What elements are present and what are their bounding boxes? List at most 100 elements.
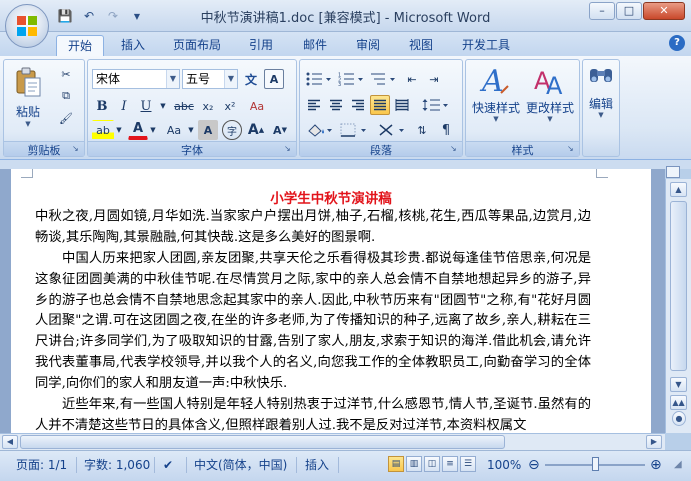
maximize-button[interactable]: □: [616, 2, 642, 20]
tab-review[interactable]: 审阅: [345, 35, 391, 56]
align-left-button[interactable]: [304, 95, 324, 115]
highlight-dropdown-icon[interactable]: ▼: [114, 120, 124, 140]
zoom-in-icon[interactable]: ⊕: [650, 456, 662, 474]
font-color-dropdown-icon[interactable]: ▼: [148, 120, 158, 140]
format-painter-icon[interactable]: 🖌: [56, 108, 76, 128]
resize-grip-icon[interactable]: ◢: [674, 456, 682, 474]
svg-text:A: A: [479, 64, 504, 97]
previous-page-icon[interactable]: ▲▲: [670, 395, 687, 410]
font-size-dropdown-icon[interactable]: ▼: [224, 70, 237, 88]
char-shading-button[interactable]: A: [198, 120, 218, 140]
show-marks-icon[interactable]: ¶: [436, 120, 456, 140]
asian-layout-button[interactable]: [376, 120, 408, 140]
font-group: 宋体 ▼ 五号 ▼ 文 A B I U ▼ abc x₂ x² Aa ab ▼ …: [87, 59, 297, 157]
paste-dropdown-icon[interactable]: ▼: [25, 120, 30, 128]
underline-dropdown-icon[interactable]: ▼: [158, 96, 168, 116]
language-status[interactable]: 中文(简体，中国): [194, 456, 287, 474]
document-page[interactable]: 小学生中秋节演讲稿 中秋之夜,月圆如镜,月华如洗.当家家户户摆出月饼,柚子,石榴…: [11, 169, 651, 433]
horizontal-scroll-thumb[interactable]: [20, 435, 505, 449]
browse-object-icon[interactable]: ●: [672, 411, 686, 426]
font-name-dropdown-icon[interactable]: ▼: [166, 70, 179, 88]
change-styles-dropdown-icon[interactable]: ▼: [547, 115, 552, 123]
horizontal-scrollbar[interactable]: ◀ ▶: [0, 433, 665, 450]
bullets-button[interactable]: [304, 69, 334, 89]
zoom-level[interactable]: 100%: [487, 456, 521, 474]
grow-font-button[interactable]: A ▲: [246, 120, 266, 140]
font-name-combo[interactable]: 宋体 ▼: [92, 69, 180, 89]
web-layout-view-icon[interactable]: ◫: [424, 456, 440, 472]
copy-icon[interactable]: ⧉: [56, 86, 76, 106]
tab-page-layout[interactable]: 页面布局: [162, 35, 232, 56]
word-count[interactable]: 字数: 1,060: [84, 456, 150, 474]
decrease-indent-icon[interactable]: ⇤: [402, 69, 422, 89]
vertical-scrollbar[interactable]: ▲ ▼ ▲▲ ● ▼▼: [665, 179, 691, 433]
help-icon[interactable]: ?: [669, 35, 685, 51]
tab-view[interactable]: 视图: [398, 35, 444, 56]
bold-button[interactable]: B: [92, 96, 112, 116]
close-button[interactable]: ✕: [643, 2, 685, 20]
tab-references[interactable]: 引用: [238, 35, 284, 56]
full-screen-reading-view-icon[interactable]: ▥: [406, 456, 422, 472]
view-ruler-button[interactable]: [666, 166, 680, 178]
multilevel-list-button[interactable]: [368, 69, 398, 89]
highlight-button[interactable]: ab: [92, 120, 114, 140]
change-styles-button[interactable]: AA 更改样式 ▼: [523, 62, 577, 136]
justify-button[interactable]: [370, 95, 390, 115]
line-spacing-button[interactable]: [420, 95, 452, 115]
font-size-value: 五号: [186, 72, 211, 86]
italic-button[interactable]: I: [114, 96, 134, 116]
superscript-button[interactable]: x²: [220, 96, 240, 116]
font-dialog-launcher-icon[interactable]: ↘: [284, 144, 294, 154]
strikethrough-button[interactable]: abc: [172, 96, 196, 116]
scroll-down-icon[interactable]: ▼: [670, 377, 687, 392]
char-border-button[interactable]: A: [264, 69, 284, 89]
tab-mailings[interactable]: 邮件: [292, 35, 338, 56]
clipboard-dialog-launcher-icon[interactable]: ↘: [72, 144, 82, 154]
align-right-button[interactable]: [348, 95, 368, 115]
increase-indent-icon[interactable]: ⇥: [424, 69, 444, 89]
shrink-font-button[interactable]: A ▼: [270, 120, 290, 140]
outline-view-icon[interactable]: ≡: [442, 456, 458, 472]
underline-button[interactable]: U: [136, 96, 156, 116]
enclose-chars-button[interactable]: 字: [222, 120, 242, 140]
scroll-right-icon[interactable]: ▶: [646, 435, 662, 449]
bullets-icon: [306, 72, 331, 86]
quick-styles-button[interactable]: A 快速样式 ▼: [469, 62, 523, 136]
editing-dropdown-icon[interactable]: ▼: [598, 111, 603, 119]
editing-button[interactable]: 编辑 ▼: [585, 62, 617, 136]
insert-mode-status[interactable]: 插入: [305, 456, 329, 474]
scroll-up-icon[interactable]: ▲: [670, 182, 687, 197]
zoom-slider-thumb[interactable]: [592, 457, 599, 471]
print-layout-view-icon[interactable]: ▤: [388, 456, 404, 472]
tab-home[interactable]: 开始: [56, 35, 105, 56]
distributed-button[interactable]: [392, 95, 412, 115]
change-case-button[interactable]: Aa: [162, 120, 186, 140]
draft-view-icon[interactable]: ☰: [460, 456, 476, 472]
quick-styles-icon: A: [479, 64, 509, 97]
cut-icon[interactable]: ✂: [56, 64, 76, 84]
paragraph-dialog-launcher-icon[interactable]: ↘: [450, 144, 460, 154]
borders-button[interactable]: [338, 120, 370, 140]
quick-styles-dropdown-icon[interactable]: ▼: [493, 115, 498, 123]
numbering-button[interactable]: 123: [336, 69, 366, 89]
paste-button[interactable]: 粘贴 ▼: [8, 64, 48, 130]
minimize-button[interactable]: –: [589, 2, 615, 20]
vertical-scroll-thumb[interactable]: [670, 201, 687, 371]
page-count[interactable]: 页面: 1/1: [16, 456, 67, 474]
office-button[interactable]: [5, 4, 49, 48]
styles-dialog-launcher-icon[interactable]: ↘: [567, 144, 577, 154]
font-size-combo[interactable]: 五号 ▼: [182, 69, 238, 89]
shading-button[interactable]: [304, 120, 336, 140]
clear-formatting-button[interactable]: Aa: [244, 96, 270, 116]
tab-insert[interactable]: 插入: [110, 35, 156, 56]
scroll-left-icon[interactable]: ◀: [2, 435, 18, 449]
proofing-icon[interactable]: ✔: [163, 456, 173, 474]
align-center-button[interactable]: [326, 95, 346, 115]
tab-developer[interactable]: 开发工具: [451, 35, 521, 56]
font-color-button[interactable]: A: [128, 120, 148, 140]
sort-icon[interactable]: ⇅: [412, 120, 432, 140]
subscript-button[interactable]: x₂: [198, 96, 218, 116]
phonetic-guide-button[interactable]: 文: [241, 69, 261, 89]
change-case-dropdown-icon[interactable]: ▼: [186, 120, 196, 140]
zoom-out-icon[interactable]: ⊖: [528, 456, 540, 474]
